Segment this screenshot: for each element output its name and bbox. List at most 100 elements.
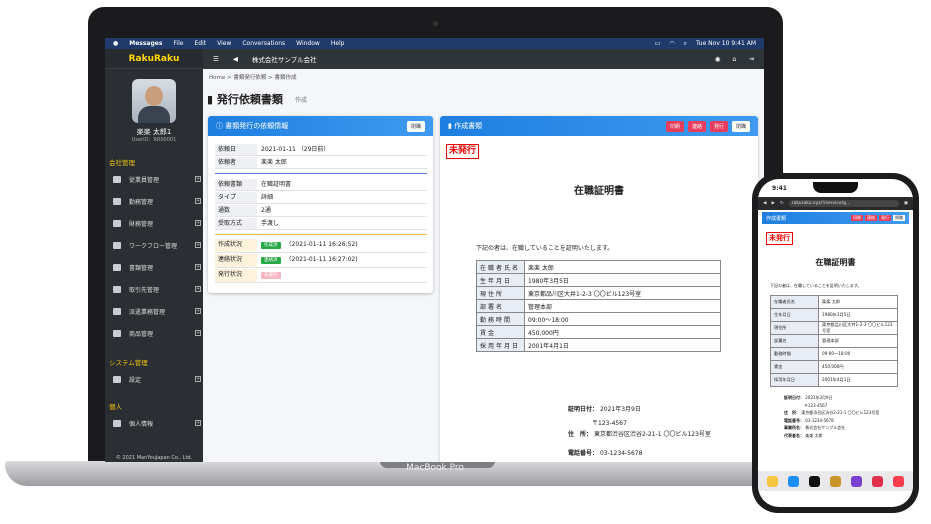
menu-view[interactable]: View (217, 40, 231, 47)
pay-app-icon[interactable] (809, 475, 820, 487)
sidebar-item-profile[interactable]: 個人情報 + (113, 415, 201, 431)
status-row: 作成状況 作成済 （2021-01-11 16:26:52) (215, 239, 427, 253)
menu-edit[interactable]: Edit (194, 40, 206, 47)
sidebar-item-products[interactable]: 商品管理 + (113, 325, 201, 341)
document-footer: 証明日付： 2021年3月9日 〒123-4567 住 所： 東京都渋谷区渋谷2… (568, 406, 711, 457)
table-row: 現住所 東京都品川区大井1-2-3 〇〇ビル123号室 (770, 321, 898, 335)
reload-icon[interactable]: ↻ (780, 201, 784, 206)
menu-help[interactable]: Help (331, 40, 345, 47)
flow-icon (113, 241, 121, 249)
phone-screen: 9:41 ◀ ▶ ↻ rakuraku.xyz/!/service/g... ▣ 作… (758, 179, 913, 507)
status-badge: 作成済 (261, 242, 281, 249)
expand-icon[interactable]: + (195, 242, 201, 248)
print-button[interactable]: 印刷 (665, 120, 684, 132)
section-company: 会社管理 (109, 159, 135, 167)
card-header: ⓘ 書類発行の依頼情報 閉職 (208, 116, 433, 136)
back-icon[interactable]: ◀ (233, 55, 238, 63)
sidebar-item-label: 勤務管理 (129, 198, 154, 206)
expand-icon[interactable]: + (195, 220, 201, 226)
document-icon (113, 263, 121, 271)
sidebar-item-employees[interactable]: 従業員管理 + (113, 171, 201, 187)
search-app-icon[interactable] (872, 475, 883, 487)
section-system: システム管理 (109, 359, 148, 367)
info-row: 依頼書類 在職証明書 (215, 179, 427, 191)
sidebar-item-label: 財務管理 (129, 220, 154, 228)
notify-button[interactable]: 連絡 (865, 215, 877, 221)
expand-icon[interactable]: + (195, 308, 201, 314)
menu-conversations[interactable]: Conversations (242, 40, 285, 47)
info-row: 依頼日 2021-01-11 （29日前） (215, 144, 427, 156)
wifi-icon[interactable]: ◠ (669, 40, 674, 48)
podcast-app-icon[interactable] (851, 475, 862, 487)
chat-icon[interactable]: ◉ (715, 55, 721, 63)
sidebar-item-attendance[interactable]: 勤務管理 + (113, 193, 201, 209)
tabs-icon[interactable]: ▣ (904, 201, 908, 206)
sidebar-item-clients[interactable]: 取引先管理 + (113, 281, 201, 297)
file-icon: ▮ (207, 93, 214, 106)
menubar-app[interactable]: Messages (129, 40, 162, 47)
game-app-icon[interactable] (830, 475, 841, 487)
info-icon: ⓘ (216, 122, 226, 130)
status-stamp: 未発行 (766, 232, 793, 245)
expand-icon[interactable]: + (195, 376, 201, 382)
music-app-icon[interactable] (893, 475, 904, 487)
url-input[interactable]: rakuraku.xyz/!/service/g... (788, 200, 899, 207)
section-personal: 個人 (109, 403, 122, 411)
sidebar-item-workflow[interactable]: ワークフロー管理 + (113, 237, 201, 253)
sidebar-item-finance[interactable]: 財務管理 + (113, 215, 201, 231)
money-icon (113, 219, 121, 227)
info-row: タイプ 詳細 (215, 192, 427, 204)
expand-icon[interactable]: + (195, 330, 201, 336)
expand-icon[interactable]: + (195, 264, 201, 270)
sidebar-item-label: 書類管理 (129, 264, 154, 272)
menu-file[interactable]: File (173, 40, 183, 47)
expand-icon[interactable]: + (195, 420, 201, 426)
phone-card-title: 作成書類 (766, 215, 787, 222)
print-button[interactable]: 印刷 (851, 215, 863, 221)
issue-button[interactable]: 発行 (879, 215, 891, 221)
table-row: 在職者氏名 楽楽 太郎 (770, 295, 898, 309)
document-intro: 下記の者は、在職していることを証明いたします。 (476, 245, 614, 252)
notify-button[interactable]: 連絡 (687, 120, 706, 132)
status-row: 発行状況 未発行 (215, 269, 427, 283)
battery-icon[interactable]: ▭ (655, 40, 661, 48)
search-icon[interactable]: ⌕ (684, 40, 687, 48)
expand-icon[interactable]: + (195, 198, 201, 204)
close-button[interactable]: 閉職 (406, 120, 425, 132)
document-title: 在職証明書 (815, 258, 856, 267)
laptop-screen: ● Messages File Edit View Conversations … (105, 38, 764, 462)
building-icon (113, 285, 121, 293)
expand-icon[interactable]: + (195, 286, 201, 292)
expand-icon[interactable]: + (195, 176, 201, 182)
sidebar-item-dispatch[interactable]: 派遣業務管理 + (113, 303, 201, 319)
sidebar-item-documents[interactable]: 書類管理 + (113, 259, 201, 275)
sidebar-item-label: 商品管理 (129, 330, 154, 338)
appstore-app-icon[interactable] (788, 475, 799, 487)
issue-button[interactable]: 発行 (709, 120, 728, 132)
breadcrumb-requests[interactable]: 書類発行依頼 (233, 75, 266, 81)
user-id: UserID：RR00001 (131, 137, 177, 143)
card-header: ▮ 作成書類 印刷 連絡 発行 閉職 (440, 116, 758, 136)
table-row: 部署名 管理本部 (770, 334, 898, 348)
logout-icon[interactable]: ⇥ (749, 55, 754, 63)
sidebar-item-label: 個人情報 (129, 420, 154, 428)
phone-dock (758, 471, 913, 491)
photos-app-icon[interactable] (767, 475, 778, 487)
gear-icon (113, 375, 121, 383)
menu-window[interactable]: Window (296, 40, 320, 47)
breadcrumb-home[interactable]: Home (209, 75, 225, 81)
sidebar-item-label: 従業員管理 (129, 176, 160, 184)
app-logo[interactable]: RakuRaku (105, 49, 203, 69)
phone-notch (813, 182, 858, 193)
forward-icon[interactable]: ▶ (771, 201, 774, 206)
back-icon[interactable]: ◀ (763, 201, 766, 206)
home-icon[interactable]: ⌂ (732, 55, 736, 63)
menu-toggle-icon[interactable]: ☰ (213, 55, 219, 63)
phone-time: 9:41 (772, 185, 787, 192)
sidebar-item-settings[interactable]: 設定 + (113, 371, 201, 387)
document-table: 在職者氏名 楽楽 太郎 生年月日 1980年3月5日 現住所 東京都品川区大井1-2-… (770, 295, 898, 387)
close-button[interactable]: 閉職 (893, 215, 905, 221)
apple-icon[interactable]: ● (113, 40, 118, 47)
close-button[interactable]: 閉職 (731, 120, 750, 132)
menubar-datetime[interactable]: Tue Nov 10 9:41 AM (696, 40, 756, 48)
